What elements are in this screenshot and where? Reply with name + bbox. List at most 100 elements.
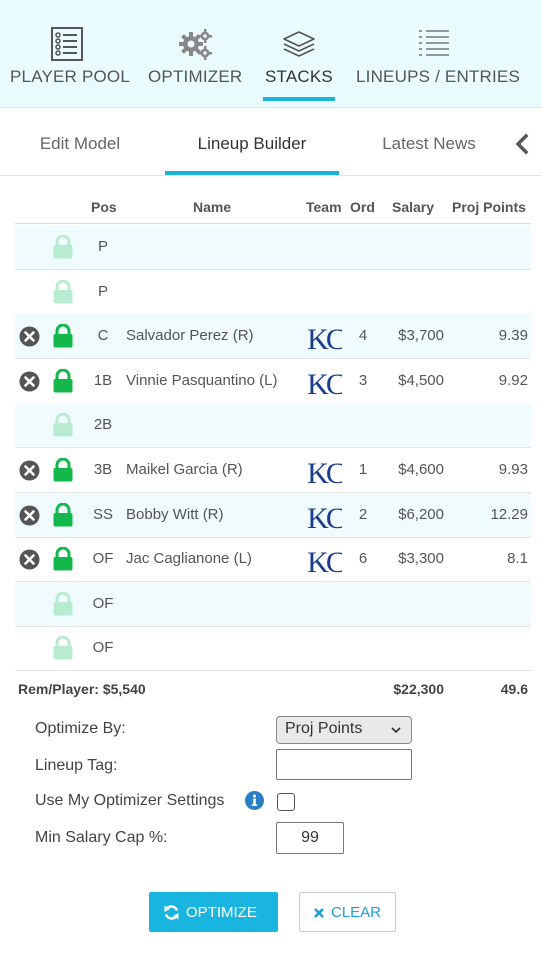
tab-latest-news[interactable]: Latest News bbox=[368, 108, 490, 176]
layers-icon bbox=[283, 31, 315, 57]
rem-per-player: Rem/Player: $5,540 bbox=[18, 681, 146, 697]
lock-icon[interactable] bbox=[52, 235, 74, 259]
row-salary: $3,300 bbox=[398, 550, 444, 567]
lock-icon[interactable] bbox=[52, 458, 74, 482]
lock-icon[interactable] bbox=[52, 369, 74, 393]
row-player-name[interactable]: Jac Caglianone (L) bbox=[126, 550, 252, 567]
table-row: SS Bobby Witt (R) KC 2 $6,200 12.29 bbox=[15, 493, 531, 538]
optimize-by-select[interactable]: Proj Points bbox=[276, 716, 412, 744]
team-logo-text: KC bbox=[308, 457, 342, 489]
table-row: 2B bbox=[15, 403, 531, 448]
team-logo-text: KC bbox=[308, 368, 342, 400]
row-proj-points: 9.93 bbox=[498, 461, 528, 478]
row-proj-points: 8.1 bbox=[507, 550, 528, 567]
nav-stacks-label: STACKS bbox=[265, 67, 333, 86]
remove-player-icon[interactable] bbox=[19, 549, 40, 570]
header-ord: Ord bbox=[350, 199, 375, 215]
row-ord: 1 bbox=[358, 461, 368, 478]
remove-player-icon[interactable] bbox=[19, 371, 40, 392]
row-proj-points: 9.92 bbox=[498, 372, 528, 389]
row-player-name[interactable]: Bobby Witt (R) bbox=[126, 506, 224, 523]
optimize-button-label: OPTIMIZE bbox=[186, 904, 257, 921]
remove-player-icon[interactable] bbox=[19, 505, 40, 526]
row-salary: $6,200 bbox=[398, 506, 444, 523]
tab-edit-model[interactable]: Edit Model bbox=[20, 108, 140, 176]
row-pos: P bbox=[97, 238, 108, 255]
table-row: OF bbox=[15, 582, 531, 627]
clear-button[interactable]: CLEAR bbox=[299, 892, 396, 932]
row-ord: 3 bbox=[358, 372, 368, 389]
nav-player-pool-label: PLAYER POOL bbox=[10, 67, 130, 86]
main-nav: PLAYER POOL OPTIMIZER STACKS LINEUPS / E… bbox=[0, 0, 542, 108]
table-row: OF bbox=[15, 626, 531, 671]
optimize-by-label: Optimize By: bbox=[35, 720, 126, 737]
row-proj-points: 12.29 bbox=[490, 506, 528, 523]
nav-stacks[interactable]: STACKS bbox=[263, 0, 335, 108]
close-icon bbox=[314, 908, 324, 918]
min-salary-input[interactable] bbox=[276, 822, 344, 854]
row-pos: 2B bbox=[93, 416, 113, 433]
row-pos: OF bbox=[92, 639, 114, 656]
remove-player-icon[interactable] bbox=[19, 326, 40, 347]
row-pos: SS bbox=[92, 506, 113, 523]
lock-icon[interactable] bbox=[52, 547, 74, 571]
row-pos: OF bbox=[92, 550, 114, 567]
tab-latest-news-label: Latest News bbox=[382, 134, 476, 153]
row-player-name[interactable]: Salvador Perez (R) bbox=[126, 327, 254, 344]
header-proj-points: Proj Points bbox=[452, 199, 526, 215]
header-name: Name bbox=[193, 199, 232, 215]
use-settings-checkbox[interactable] bbox=[277, 793, 295, 811]
nav-player-pool[interactable]: PLAYER POOL bbox=[10, 0, 130, 108]
team-logo-kc: KC bbox=[308, 502, 342, 534]
remove-player-icon[interactable] bbox=[19, 460, 40, 481]
lock-icon[interactable] bbox=[52, 592, 74, 616]
lineup-tag-label: Lineup Tag: bbox=[35, 757, 118, 774]
row-salary: $4,500 bbox=[398, 372, 444, 389]
table-row: OF Jac Caglianone (L) KC 6 $3,300 8.1 bbox=[15, 537, 531, 582]
nav-optimizer[interactable]: OPTIMIZER bbox=[148, 0, 242, 108]
lock-icon[interactable] bbox=[52, 413, 74, 437]
table-row: 1B Vinnie Pasquantino (L) KC 3 $4,500 9.92 bbox=[15, 359, 531, 404]
team-logo-text: KC bbox=[308, 502, 342, 534]
row-ord: 2 bbox=[358, 506, 368, 523]
team-logo-text: KC bbox=[308, 323, 342, 355]
refresh-icon bbox=[164, 905, 179, 920]
header-pos: Pos bbox=[91, 199, 117, 215]
row-salary: $3,700 bbox=[398, 327, 444, 344]
row-player-name[interactable]: Vinnie Pasquantino (L) bbox=[126, 372, 278, 389]
row-player-name[interactable]: Maikel Garcia (R) bbox=[126, 461, 243, 478]
tab-lineup-builder-label: Lineup Builder bbox=[197, 134, 307, 153]
tab-edit-model-label: Edit Model bbox=[39, 134, 121, 153]
team-logo-text: KC bbox=[308, 546, 342, 578]
row-pos: OF bbox=[92, 595, 114, 612]
table-row: P bbox=[15, 225, 531, 270]
total-salary: $22,300 bbox=[393, 681, 444, 697]
team-logo-kc: KC bbox=[308, 323, 342, 355]
info-icon[interactable] bbox=[245, 791, 264, 810]
lock-icon[interactable] bbox=[52, 280, 74, 304]
table-row: 3B Maikel Garcia (R) KC 1 $4,600 9.93 bbox=[15, 448, 531, 493]
lock-icon[interactable] bbox=[52, 503, 74, 527]
chevron-down-icon bbox=[391, 727, 401, 734]
team-logo-kc: KC bbox=[308, 457, 342, 489]
lineup-tag-input[interactable] bbox=[276, 749, 412, 780]
active-nav-indicator bbox=[263, 97, 335, 101]
row-pos: C bbox=[97, 327, 109, 344]
lock-icon[interactable] bbox=[52, 324, 74, 348]
active-tab-indicator bbox=[165, 171, 339, 175]
use-settings-label: Use My Optimizer Settings bbox=[35, 792, 225, 809]
row-salary: $4,600 bbox=[398, 461, 444, 478]
team-logo-kc: KC bbox=[308, 368, 342, 400]
nav-lineups-entries[interactable]: LINEUPS / ENTRIES bbox=[356, 0, 520, 108]
lock-icon[interactable] bbox=[52, 636, 74, 660]
list-icon bbox=[419, 30, 449, 56]
sub-tabs: Edit Model Lineup Builder Latest News bbox=[0, 108, 542, 176]
table-row: P bbox=[15, 270, 531, 315]
tab-lineup-builder[interactable]: Lineup Builder bbox=[165, 108, 339, 176]
chevron-left-icon[interactable] bbox=[510, 132, 534, 156]
optimize-button[interactable]: OPTIMIZE bbox=[149, 892, 278, 932]
row-ord: 6 bbox=[358, 550, 368, 567]
row-pos: P bbox=[97, 283, 108, 300]
total-proj-points: 49.6 bbox=[500, 681, 528, 697]
row-pos: 1B bbox=[93, 372, 113, 389]
